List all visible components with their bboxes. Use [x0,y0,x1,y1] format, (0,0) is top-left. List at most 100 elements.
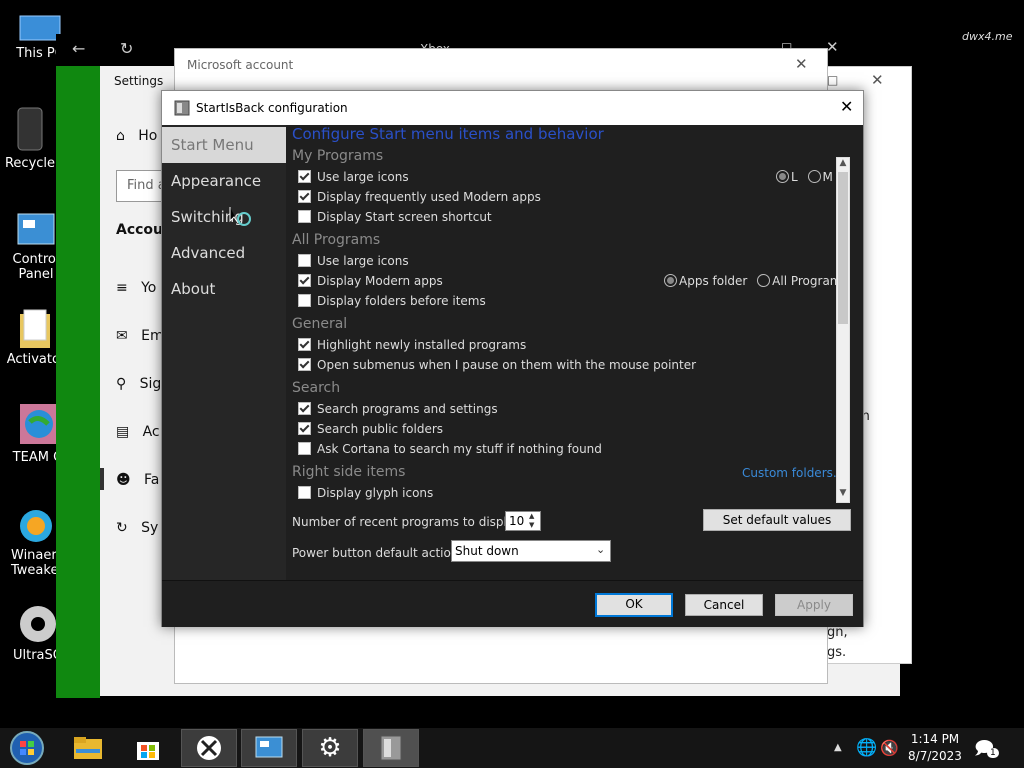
settings-nav-signin[interactable]: ⚲ Sig [116,376,161,392]
checkbox[interactable] [298,254,311,267]
nav-about[interactable]: About [162,271,286,307]
power-action-select[interactable]: Shut down ⌄ [451,540,611,562]
key-icon: ⚲ [116,376,127,392]
settings-nav-email[interactable]: ✉ Em [116,328,164,344]
refresh-icon[interactable]: ↻ [120,39,133,58]
checkbox[interactable] [298,338,311,351]
recent-programs-stepper[interactable]: 10 ▲ ▼ [505,511,541,531]
option-label: Display Modern apps [317,274,443,288]
xbox-icon [197,736,221,760]
options-scrollbar[interactable]: ▲ ▼ [836,157,850,503]
startisback-app-icon [380,735,402,761]
taskbar-startisback[interactable] [363,729,419,767]
close-icon[interactable]: ✕ [840,97,853,116]
folder-icon [74,737,102,759]
radio-all-programs[interactable]: All Programs [757,274,848,288]
checkbox[interactable] [298,274,311,287]
maximize-icon[interactable]: □ [827,73,838,87]
option-row[interactable]: Display Modern apps [298,273,443,289]
nav-start-menu[interactable]: Start Menu [162,127,286,163]
settings-nav: Start Menu Appearance Switching Advanced… [162,125,286,580]
checkbox[interactable] [298,210,311,223]
volume-muted-icon[interactable]: 🔇 [880,728,899,768]
radio-label: L [791,170,798,184]
xbox-side-strip [56,66,100,698]
ok-button[interactable]: OK [595,593,673,617]
dialog-footer: OK Cancel Apply [162,580,863,627]
checkbox[interactable] [298,442,311,455]
settings-nav-family[interactable]: ☻ Fa [116,472,159,488]
network-globe-icon[interactable]: 🌐 [856,728,877,768]
option-row[interactable]: Display glyph icons [298,485,433,501]
nav-switching[interactable]: Switching [162,199,286,235]
set-default-values-button[interactable]: Set default values [703,509,851,531]
radio-medium[interactable]: M [807,170,833,184]
radio[interactable] [757,274,771,287]
taskbar-control-panel[interactable] [241,729,297,767]
stepper-down-icon[interactable]: ▼ [529,521,534,529]
apply-button[interactable]: Apply [775,594,853,616]
folder-icon [20,309,50,348]
winaero-icon [20,510,52,542]
settings-nav-sync[interactable]: ↻ Sy [116,520,158,536]
section-my-programs: My Programs [292,148,384,164]
disc-icon [20,606,56,642]
option-row[interactable]: Search programs and settings [298,401,498,417]
checkbox[interactable] [298,294,311,307]
option-row[interactable]: Open submenus when I pause on them with … [298,357,696,373]
nav-appearance[interactable]: Appearance [162,163,286,199]
option-row[interactable]: Display folders before items [298,293,486,309]
option-row[interactable]: Use large icons [298,253,409,269]
option-row[interactable]: Use large icons [298,169,409,185]
checkbox[interactable] [298,486,311,499]
radio-large[interactable]: L [776,170,798,184]
settings-home[interactable]: ⌂ Ho [116,128,157,144]
stepper-up-icon[interactable]: ▲ [529,512,534,520]
option-row[interactable]: Highlight newly installed programs [298,337,526,353]
taskbar-settings[interactable]: ⚙ [302,729,358,767]
radio-label: M [822,170,833,184]
clock-time: 1:14 PM [910,732,960,746]
show-hidden-icons[interactable]: ▲ [834,728,842,768]
nav-label: Ac [142,424,160,440]
checkbox[interactable] [298,358,311,371]
scroll-up-icon[interactable]: ▲ [838,158,848,170]
option-row[interactable]: Search public folders [298,421,443,437]
close-icon[interactable]: ✕ [871,71,884,89]
section-right-side-items: Right side items [292,464,406,480]
cancel-button[interactable]: Cancel [685,594,763,616]
mail-icon: ✉ [116,328,128,344]
checkbox[interactable] [298,190,311,203]
taskbar-xbox[interactable] [181,729,237,767]
checkbox[interactable] [298,170,311,183]
option-row[interactable]: Display Start screen shortcut [298,209,492,225]
option-label: Search public folders [317,422,444,436]
settings-nav-access[interactable]: ▤ Ac [116,424,160,440]
checkbox[interactable] [298,402,311,415]
option-row[interactable]: Display frequently used Modern apps [298,189,541,205]
settings-nav-your-info[interactable]: ≡ Yo [116,280,156,296]
option-row[interactable]: Ask Cortana to search my stuff if nothin… [298,441,602,457]
scroll-thumb[interactable] [838,172,848,324]
dialog-title-bar: StartIsBack configuration ✕ [162,91,863,125]
taskbar-file-explorer[interactable] [60,729,116,767]
nav-advanced[interactable]: Advanced [162,235,286,271]
start-button[interactable] [0,729,54,767]
custom-folders-link[interactable]: Custom folders... [742,465,844,481]
sync-icon: ↻ [116,520,128,536]
scroll-down-icon[interactable]: ▼ [838,488,848,500]
action-center-button[interactable]: 🗩 1 [974,736,999,760]
checkbox[interactable] [298,422,311,435]
radio[interactable] [807,170,821,183]
section-all-programs: All Programs [292,232,381,248]
clock[interactable]: 1:14 PM 8/7/2023 [904,731,966,765]
radio[interactable] [664,274,677,287]
close-icon[interactable]: ✕ [795,55,808,73]
back-icon[interactable]: ← [72,39,85,58]
busy-cursor-icon [229,207,251,226]
taskbar-store[interactable] [120,729,176,767]
radio-apps-folder[interactable]: Apps folder [664,274,747,288]
clock-date: 8/7/2023 [908,749,962,763]
recent-programs-value[interactable]: 10 [509,514,524,528]
radio[interactable] [776,170,789,183]
